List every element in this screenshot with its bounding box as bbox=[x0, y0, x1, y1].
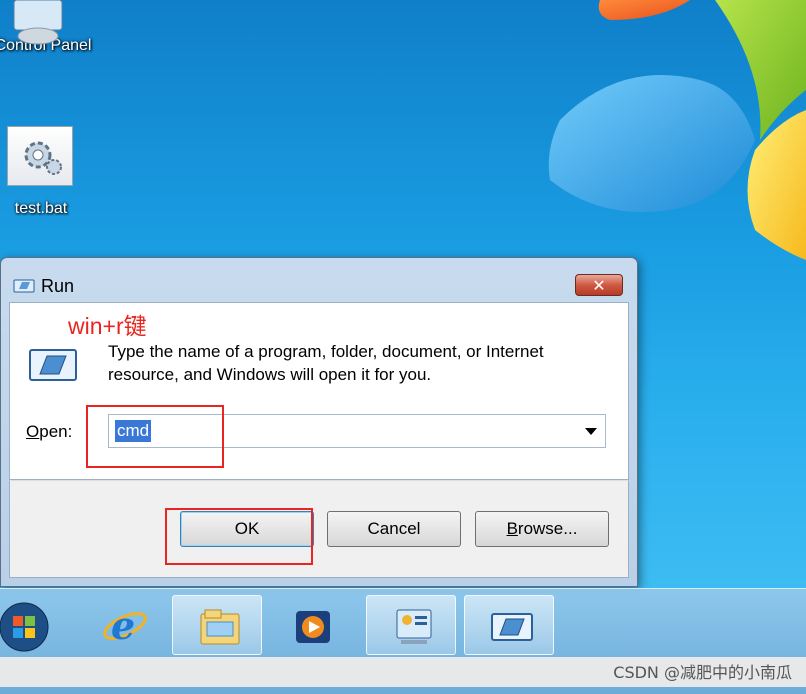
close-button[interactable]: ✕ bbox=[575, 274, 623, 296]
file-explorer-icon bbox=[200, 609, 240, 645]
desktop-icon-label: test.bat bbox=[14, 200, 68, 217]
media-player-icon bbox=[296, 611, 330, 643]
taskbar-media-player[interactable] bbox=[266, 595, 356, 655]
taskbar: e CSDN @减肥中的小南瓜 bbox=[0, 588, 806, 694]
open-label: Open: bbox=[26, 422, 73, 441]
taskbar-control-panel[interactable] bbox=[366, 595, 456, 655]
annotation-text: win+r键 bbox=[68, 313, 147, 339]
svg-text:e: e bbox=[111, 603, 135, 648]
taskbar-file-explorer[interactable] bbox=[172, 595, 262, 655]
windows-logo bbox=[548, 0, 806, 260]
taskbar-run[interactable] bbox=[464, 595, 554, 655]
control-panel-icon bbox=[13, 0, 63, 45]
run-program-icon bbox=[29, 349, 77, 381]
annotation-box-ok bbox=[165, 508, 313, 565]
run-dialog: Run ✕ win+r键 Type the name of a program,… bbox=[0, 257, 638, 587]
internet-explorer-icon: e bbox=[103, 603, 147, 648]
watermark-text: CSDN @减肥中的小南瓜 bbox=[613, 663, 792, 682]
batch-file-icon bbox=[7, 126, 73, 186]
desktop-icon-control-panel[interactable]: Control Panel bbox=[0, 0, 98, 55]
run-icon bbox=[13, 279, 35, 293]
annotation-box-input bbox=[86, 405, 224, 468]
close-icon: ✕ bbox=[592, 275, 606, 295]
run-icon bbox=[491, 613, 533, 641]
dialog-title: Run bbox=[41, 276, 75, 296]
taskbar-internet-explorer[interactable]: e bbox=[78, 595, 168, 655]
dialog-description: Type the name of a program, folder, docu… bbox=[108, 342, 544, 384]
dialog-button-area: OK Cancel Browse... bbox=[9, 480, 629, 578]
browse-button[interactable]: Browse... bbox=[475, 511, 609, 547]
windows-start-icon[interactable] bbox=[0, 597, 52, 655]
dropdown-arrow-icon[interactable] bbox=[585, 428, 597, 435]
cancel-button[interactable]: Cancel bbox=[327, 511, 461, 547]
dialog-body: win+r键 Type the name of a program, folde… bbox=[9, 302, 629, 480]
control-panel-icon bbox=[396, 609, 432, 644]
